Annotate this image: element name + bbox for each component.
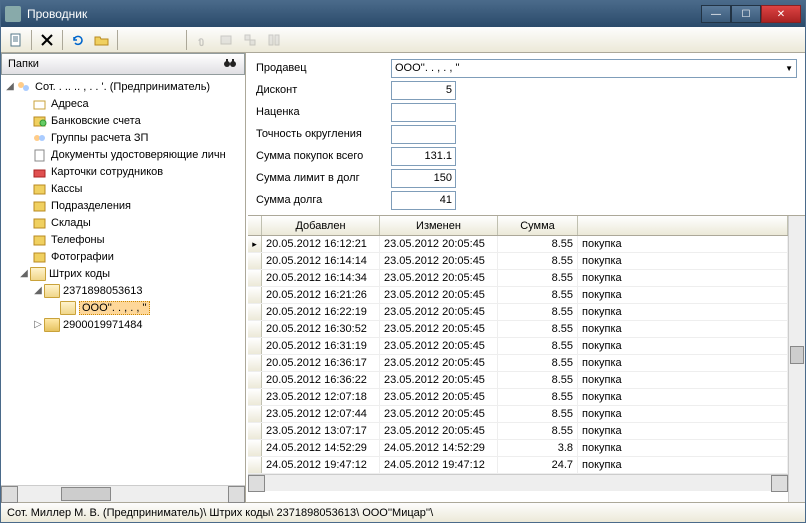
- toolbar: [1, 27, 805, 53]
- table-row[interactable]: 20.05.2012 16:22:1923.05.2012 20:05:458.…: [248, 304, 788, 321]
- table-row[interactable]: 20.05.2012 16:30:5223.05.2012 20:05:458.…: [248, 321, 788, 338]
- folder-open-icon[interactable]: [91, 29, 113, 51]
- grid-vscroll-thumb[interactable]: [790, 346, 804, 364]
- table-row[interactable]: 23.05.2012 12:07:4423.05.2012 20:05:458.…: [248, 406, 788, 423]
- label-seller: Продавец: [256, 62, 391, 74]
- window-title: Проводник: [27, 7, 701, 21]
- tool3-icon[interactable]: [239, 29, 261, 51]
- grid-hscrollbar[interactable]: [248, 474, 788, 491]
- tree-item[interactable]: Подразделения: [4, 197, 242, 214]
- label-totalbuys: Сумма покупок всего: [256, 150, 391, 162]
- tool2-icon[interactable]: [215, 29, 237, 51]
- title-bar: Проводник — ☐ ✕: [1, 1, 805, 27]
- close-button[interactable]: ✕: [761, 5, 801, 23]
- input-rounding[interactable]: [391, 125, 456, 144]
- tree-barcode-2[interactable]: 2900019971484: [63, 319, 143, 331]
- tree-item[interactable]: Банковские счета: [4, 112, 242, 129]
- tree-item[interactable]: Кассы: [4, 180, 242, 197]
- table-row[interactable]: 20.05.2012 16:36:1723.05.2012 20:05:458.…: [248, 355, 788, 372]
- minimize-button[interactable]: —: [701, 5, 731, 23]
- input-discount[interactable]: [391, 81, 456, 100]
- refresh-icon[interactable]: [67, 29, 89, 51]
- table-row[interactable]: 24.05.2012 19:47:1224.05.2012 19:47:1224…: [248, 457, 788, 474]
- table-row[interactable]: 20.05.2012 16:14:3423.05.2012 20:05:458.…: [248, 270, 788, 287]
- tree-item[interactable]: Группы расчета ЗП: [4, 129, 242, 146]
- status-text: Сот. Миллер М. В. (Предприниматель)\ Штр…: [7, 507, 433, 519]
- input-markup[interactable]: [391, 103, 456, 122]
- col-sum[interactable]: Сумма: [498, 216, 578, 235]
- table-row[interactable]: 20.05.2012 16:21:2623.05.2012 20:05:458.…: [248, 287, 788, 304]
- document-icon[interactable]: [5, 29, 27, 51]
- label-debt: Сумма долга: [256, 194, 391, 206]
- transactions-grid[interactable]: Добавлен Изменен Сумма ▸20.05.2012 16:12…: [248, 216, 788, 502]
- tree-selected-item[interactable]: ООО''. . , . , '': [79, 301, 150, 315]
- table-row[interactable]: 24.05.2012 14:52:2924.05.2012 14:52:293.…: [248, 440, 788, 457]
- input-creditlimit[interactable]: [391, 169, 456, 188]
- input-totalbuys[interactable]: [391, 147, 456, 166]
- status-bar: Сот. Миллер М. В. (Предприниматель)\ Штр…: [1, 502, 805, 522]
- tree-item[interactable]: Карточки сотрудников: [4, 163, 242, 180]
- tree-item[interactable]: Документы удостоверяющие личн: [4, 146, 242, 163]
- table-row[interactable]: 20.05.2012 16:31:1923.05.2012 20:05:458.…: [248, 338, 788, 355]
- label-rounding: Точность округления: [256, 128, 391, 140]
- form: Продавец ООО''. . , . , ''▼ Дисконт Наце…: [248, 53, 805, 215]
- tree-barcode-1[interactable]: 2371898053613: [63, 285, 143, 297]
- folder-tree[interactable]: ◢Сот. . .. .. , . . '. (Предприниматель)…: [1, 75, 245, 485]
- tree-folder-barcodes[interactable]: Штрих коды: [49, 268, 110, 280]
- tree-item[interactable]: Адреса: [4, 95, 242, 112]
- maximize-button[interactable]: ☐: [731, 5, 761, 23]
- scroll-right-button[interactable]: [228, 486, 245, 503]
- tree-header: Папки: [1, 53, 245, 75]
- scroll-left-button[interactable]: [1, 486, 18, 503]
- table-row[interactable]: 20.05.2012 16:14:1423.05.2012 20:05:458.…: [248, 253, 788, 270]
- grid-scroll-left[interactable]: [248, 475, 265, 492]
- tree-header-label: Папки: [8, 58, 222, 70]
- tree-root[interactable]: Сот. . .. .. , . . '. (Предприниматель): [35, 81, 210, 93]
- col-added[interactable]: Добавлен: [262, 216, 380, 235]
- tree-hscrollbar[interactable]: [1, 485, 245, 502]
- label-creditlimit: Сумма лимит в долг: [256, 172, 391, 184]
- label-markup: Наценка: [256, 106, 391, 118]
- tool4-icon[interactable]: [263, 29, 285, 51]
- col-changed[interactable]: Изменен: [380, 216, 498, 235]
- scroll-thumb[interactable]: [61, 487, 111, 501]
- table-row[interactable]: ▸20.05.2012 16:12:2123.05.2012 20:05:458…: [248, 236, 788, 253]
- table-row[interactable]: 23.05.2012 12:07:1823.05.2012 20:05:458.…: [248, 389, 788, 406]
- grid-scroll-right[interactable]: [771, 475, 788, 492]
- app-icon: [5, 6, 21, 22]
- tree-item[interactable]: Фотографии: [4, 248, 242, 265]
- table-row[interactable]: 23.05.2012 13:07:1723.05.2012 20:05:458.…: [248, 423, 788, 440]
- detail-panel: Продавец ООО''. . , . , ''▼ Дисконт Наце…: [246, 53, 805, 502]
- combo-seller[interactable]: ООО''. . , . , ''▼: [391, 59, 797, 78]
- tree-item[interactable]: Телефоны: [4, 231, 242, 248]
- label-discount: Дисконт: [256, 84, 391, 96]
- tree-panel: Папки ◢Сот. . .. .. , . . '. (Предприним…: [1, 53, 246, 502]
- table-row[interactable]: 20.05.2012 16:36:2223.05.2012 20:05:458.…: [248, 372, 788, 389]
- delete-icon[interactable]: [36, 29, 58, 51]
- grid-vscrollbar[interactable]: [788, 216, 805, 502]
- binoculars-icon[interactable]: [222, 56, 238, 72]
- input-debt[interactable]: [391, 191, 456, 210]
- dropdown-icon[interactable]: ▼: [785, 64, 793, 73]
- attach-icon[interactable]: [191, 29, 213, 51]
- tree-item[interactable]: Склады: [4, 214, 242, 231]
